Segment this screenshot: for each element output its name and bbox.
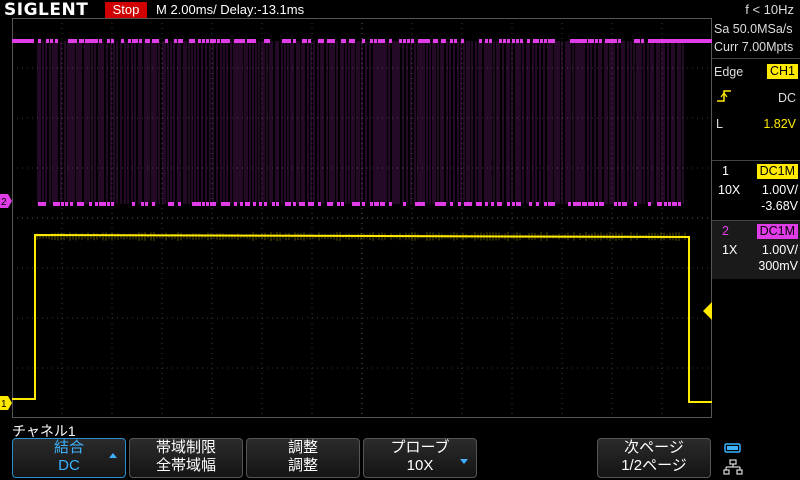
softkey-menu-bar: 結合 DC 帯域制限 全帯域幅 調整 調整 プローブ 10X 次ページ 1/2ペ…	[0, 438, 800, 480]
run-state-badge[interactable]: Stop	[105, 2, 147, 18]
next-page-label: 次ページ	[624, 439, 684, 456]
ch2-offset-marker[interactable]: 2	[0, 190, 12, 212]
ch2-offset: 300mV	[758, 259, 798, 273]
probe-button[interactable]: プローブ 10X	[363, 438, 477, 478]
top-status-bar: SIGLENT Stop M 2.00ms/ Delay:-13.1ms f <…	[0, 0, 800, 20]
trigger-source-badge: CH1	[766, 64, 798, 79]
page-indicator: 1/2ページ	[621, 457, 687, 474]
brand-logo: SIGLENT	[4, 0, 89, 20]
status-icons	[723, 443, 743, 475]
probe-button-label: プローブ	[390, 439, 450, 456]
ch2-info-panel[interactable]: 2 DC1M 1X 1.00V/ 300mV	[712, 220, 800, 279]
coupling-button[interactable]: 結合 DC	[12, 438, 126, 478]
bandwidth-limit-button[interactable]: 帯域制限 全帯域幅	[129, 438, 243, 478]
svg-text:2: 2	[1, 197, 7, 208]
waveform-display[interactable]	[12, 18, 712, 418]
svg-text:1: 1	[1, 399, 7, 410]
arrow-up-icon	[109, 453, 117, 458]
trigger-level-label: L	[716, 117, 723, 131]
next-page-button[interactable]: 次ページ 1/2ページ	[597, 438, 711, 478]
ch1-scale: 1.00V/	[761, 183, 798, 197]
battery-icon	[724, 443, 741, 453]
adjust-button-value: 調整	[287, 457, 318, 474]
ch1-info-panel[interactable]: 1 DC1M 10X 1.00V/ -3.68V	[712, 160, 800, 219]
ch2-scale: 1.00V/	[761, 243, 798, 257]
waveform-grid	[12, 18, 712, 418]
trigger-level-value: 1.82V	[763, 117, 796, 131]
rising-edge-icon	[717, 90, 731, 102]
ch1-offset: -3.68V	[761, 199, 798, 213]
ch1-coupling-badge: DC1M	[756, 164, 798, 179]
ch1-number: 1	[722, 164, 729, 178]
bandwidth-limit-label: 帯域制限	[155, 439, 216, 456]
arrow-down-icon	[460, 459, 468, 464]
adjust-button[interactable]: 調整 調整	[246, 438, 360, 478]
ch1-probe: 10X	[718, 183, 741, 197]
ch2-waveform	[12, 39, 712, 206]
coupling-button-value: DC	[58, 457, 80, 474]
trigger-panel[interactable]: Edge CH1 DC L 1.82V	[712, 58, 800, 154]
frequency-counter: f < 10Hz	[745, 2, 794, 17]
ch1-offset-marker[interactable]: 1	[0, 392, 12, 414]
ch2-coupling-badge: DC1M	[756, 224, 798, 239]
right-info-panel: Sa 50.0MSa/s Curr 7.00Mpts Edge CH1 DC L…	[712, 20, 800, 420]
ch2-number: 2	[722, 224, 729, 238]
trigger-type: Edge	[714, 65, 744, 79]
bandwidth-limit-value: 全帯域幅	[155, 457, 216, 474]
trigger-level-marker[interactable]	[702, 302, 712, 320]
network-icon	[723, 459, 743, 475]
ch2-probe: 1X	[722, 243, 738, 257]
adjust-button-label: 調整	[287, 439, 318, 456]
timebase-readout[interactable]: M 2.00ms/ Delay:-13.1ms	[156, 0, 304, 20]
trigger-coupling: DC	[777, 91, 796, 105]
